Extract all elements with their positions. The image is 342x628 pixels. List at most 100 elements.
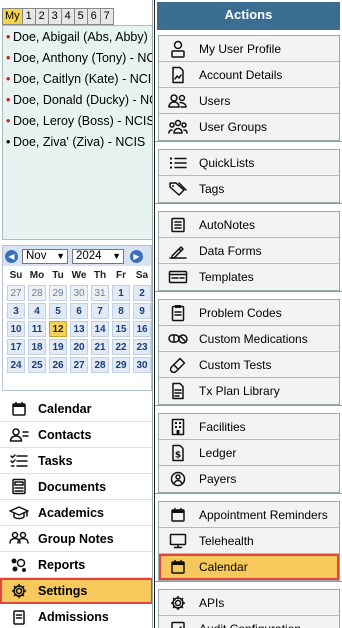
action-group-divider <box>155 291 342 299</box>
year-select[interactable]: 2024 ▼ <box>72 248 124 264</box>
nav-item-reports[interactable]: Reports <box>0 552 152 578</box>
calendar-day[interactable]: 5 <box>49 303 67 319</box>
calendar-day[interactable]: 4 <box>28 303 46 319</box>
patient-tab-4[interactable]: 4 <box>61 8 75 25</box>
action-audit-configuration-button[interactable]: Audit Configuration <box>159 616 339 628</box>
calendar-day[interactable]: 24 <box>7 357 25 373</box>
calendar-day[interactable]: 30 <box>70 285 88 301</box>
patient-tab-3[interactable]: 3 <box>48 8 62 25</box>
action-custom-tests-button[interactable]: Custom Tests <box>159 352 339 378</box>
nav-item-settings[interactable]: Settings <box>0 578 152 604</box>
patient-list-item[interactable]: • Doe, Leroy (Boss) - NCIS <box>3 112 152 133</box>
action-facilities-button[interactable]: Facilities <box>159 414 339 440</box>
calendar-day[interactable]: 14 <box>91 321 109 337</box>
nav-item-group-notes[interactable]: Group Notes <box>0 526 152 552</box>
patient-list-item[interactable]: • Doe, Anthony (Tony) - NC <box>3 49 152 70</box>
calendar-day[interactable]: 16 <box>133 321 151 337</box>
gear-icon <box>8 582 30 600</box>
calendar-day-today[interactable]: 12 <box>49 321 67 337</box>
calendar-day[interactable]: 8 <box>112 303 130 319</box>
calendar-day[interactable]: 1 <box>112 285 130 301</box>
calendar-day[interactable]: 25 <box>28 357 46 373</box>
nav-item-label: Calendar <box>38 401 92 416</box>
action-calendar-button[interactable]: Calendar <box>159 554 339 580</box>
patient-tab-1[interactable]: 1 <box>22 8 36 25</box>
prev-month-icon[interactable]: ◀ <box>5 249 18 263</box>
calendar-day[interactable]: 19 <box>49 339 67 355</box>
calendar-day[interactable]: 23 <box>133 339 151 355</box>
calendar-day[interactable]: 9 <box>133 303 151 319</box>
action-telehealth-button[interactable]: Telehealth <box>159 528 339 554</box>
nav-item-label: Contacts <box>38 427 92 442</box>
action-account-details-button[interactable]: Account Details <box>159 62 339 88</box>
action-problem-codes-button[interactable]: Problem Codes <box>159 300 339 326</box>
documents-icon <box>8 478 30 496</box>
calendar-day[interactable]: 26 <box>49 357 67 373</box>
mini-calendar: ◀ Nov ▼ 2024 ▼ ▶ Su Mo Tu We Th Fr Sa 27 28 29 30 3… <box>2 245 152 391</box>
calendar-day[interactable]: 27 <box>7 285 25 301</box>
action-tx-plan-library-button[interactable]: Tx Plan Library <box>159 378 339 404</box>
year-select-value: 2024 <box>76 249 102 262</box>
nav-item-contacts[interactable]: Contacts <box>0 422 152 448</box>
patient-tab-my[interactable]: My <box>2 8 23 25</box>
calendar-day[interactable]: 2 <box>133 285 151 301</box>
admissions-icon <box>8 608 30 626</box>
patient-list-item[interactable]: • Doe, Caitlyn (Kate) - NCIS <box>3 70 152 91</box>
calendar-day[interactable]: 31 <box>91 285 109 301</box>
calendar-day[interactable]: 7 <box>91 303 109 319</box>
weekday-label: Tu <box>52 270 64 281</box>
action-payers-button[interactable]: Payers <box>159 466 339 492</box>
action-group-divider <box>155 493 342 501</box>
action-my-user-profile-button[interactable]: My User Profile <box>159 36 339 62</box>
patient-tab-7[interactable]: 7 <box>100 8 114 25</box>
calendar-day[interactable]: 29 <box>112 357 130 373</box>
nav-item-documents[interactable]: Documents <box>0 474 152 500</box>
action-autonotes-button[interactable]: AutoNotes <box>159 212 339 238</box>
calendar-day[interactable]: 28 <box>91 357 109 373</box>
calendar-day[interactable]: 22 <box>112 339 130 355</box>
patient-tab-6[interactable]: 6 <box>87 8 101 25</box>
calendar-icon <box>167 557 189 577</box>
action-data-forms-button[interactable]: Data Forms <box>159 238 339 264</box>
calendar-day[interactable]: 28 <box>28 285 46 301</box>
nav-item-calendar[interactable]: Calendar <box>0 396 152 422</box>
patient-list-item[interactable]: • Doe, Donald (Ducky) - NC <box>3 91 152 112</box>
calendar-day[interactable]: 30 <box>133 357 151 373</box>
patient-tab-5[interactable]: 5 <box>74 8 88 25</box>
action-quicklists-button[interactable]: QuickLists <box>159 150 339 176</box>
calendar-day[interactable]: 17 <box>7 339 25 355</box>
action-group: My User Profile Account Details Users User … <box>158 35 340 141</box>
calendar-day[interactable]: 20 <box>70 339 88 355</box>
bullet-icon: • <box>6 93 11 107</box>
action-ledger-button[interactable]: $ Ledger <box>159 440 339 466</box>
action-user-groups-button[interactable]: User Groups <box>159 114 339 140</box>
next-month-icon[interactable]: ▶ <box>130 249 143 263</box>
calendar-day[interactable]: 6 <box>70 303 88 319</box>
action-tags-button[interactable]: Tags <box>159 176 339 202</box>
calendar-day[interactable]: 15 <box>112 321 130 337</box>
action-appointment-reminders-button[interactable]: Appointment Reminders <box>159 502 339 528</box>
action-label: Calendar <box>199 560 248 574</box>
patient-list-item[interactable]: • Doe, Ziva' (Ziva) - NCIS <box>3 133 152 154</box>
action-apis-button[interactable]: APIs <box>159 590 339 616</box>
left-panel: My 1 2 3 4 5 6 7 • Doe, Abigail (Abs, Abby) - • Do… <box>0 0 153 628</box>
action-custom-medications-button[interactable]: Custom Medications <box>159 326 339 352</box>
contacts-icon <box>8 426 30 444</box>
calendar-day[interactable]: 18 <box>28 339 46 355</box>
calendar-day[interactable]: 27 <box>70 357 88 373</box>
action-users-button[interactable]: Users <box>159 88 339 114</box>
action-templates-button[interactable]: Templates <box>159 264 339 290</box>
action-group-divider <box>155 141 342 149</box>
calendar-day[interactable]: 21 <box>91 339 109 355</box>
calendar-day[interactable]: 10 <box>7 321 25 337</box>
patient-tab-2[interactable]: 2 <box>35 8 49 25</box>
nav-item-tasks[interactable]: Tasks <box>0 448 152 474</box>
calendar-day[interactable]: 13 <box>70 321 88 337</box>
patient-list-item[interactable]: • Doe, Abigail (Abs, Abby) - <box>3 28 152 49</box>
calendar-day[interactable]: 3 <box>7 303 25 319</box>
calendar-day[interactable]: 11 <box>28 321 46 337</box>
nav-item-academics[interactable]: Academics <box>0 500 152 526</box>
nav-item-admissions[interactable]: Admissions <box>0 604 152 628</box>
calendar-day[interactable]: 29 <box>49 285 67 301</box>
month-select[interactable]: Nov ▼ <box>22 248 68 264</box>
